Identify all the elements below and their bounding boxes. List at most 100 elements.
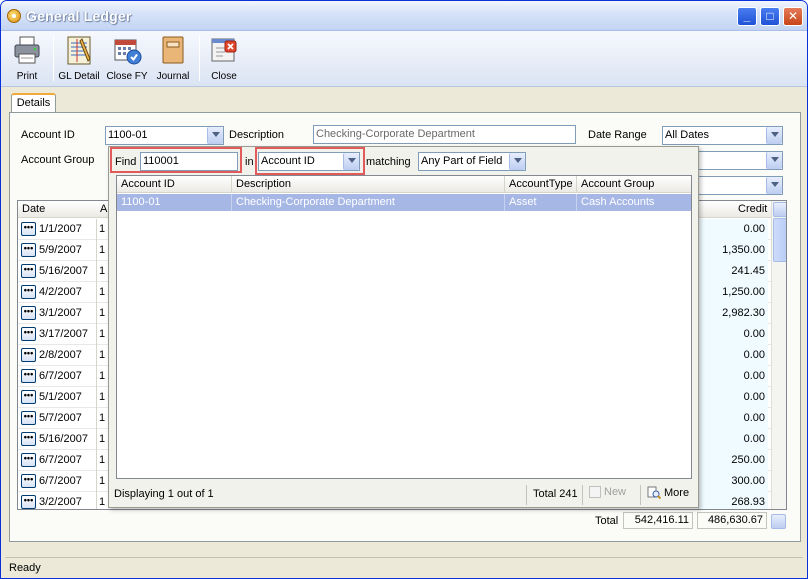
scroll-down-icon[interactable] bbox=[771, 514, 786, 529]
matching-label: matching bbox=[366, 156, 411, 168]
tab-details[interactable]: Details bbox=[11, 93, 56, 113]
matching-combo[interactable]: Any Part of Field bbox=[418, 152, 526, 171]
minimize-button[interactable]: _ bbox=[737, 7, 757, 26]
credit-total: 486,630.67 bbox=[697, 512, 767, 529]
close-form-icon bbox=[211, 38, 237, 62]
account-id-value: 1100-01 bbox=[108, 129, 148, 141]
scroll-thumb[interactable] bbox=[773, 218, 786, 262]
account-id-column-header[interactable]: Account ID bbox=[117, 176, 232, 193]
new-label: New bbox=[604, 486, 627, 498]
row-credit: 300.00 bbox=[698, 471, 768, 492]
maximize-button[interactable]: □ bbox=[760, 7, 780, 26]
toolbar: Print GL Detail Close FY Journal Close bbox=[1, 31, 807, 87]
row-details-button[interactable]: ••• bbox=[21, 432, 36, 446]
gl-detail-label: GL Detail bbox=[58, 71, 100, 82]
row-details-button[interactable]: ••• bbox=[21, 285, 36, 299]
total-count: Total 241 bbox=[533, 488, 578, 500]
row-date: 5/16/2007 bbox=[39, 433, 88, 445]
date-column-header[interactable]: Date bbox=[22, 203, 45, 215]
account-group-column-header[interactable]: Account Group bbox=[577, 176, 691, 193]
row-details-button[interactable]: ••• bbox=[21, 222, 36, 236]
close-fy-button[interactable]: Close FY bbox=[105, 33, 149, 85]
calendar-icon bbox=[114, 39, 142, 65]
row-details-button[interactable]: ••• bbox=[21, 495, 36, 509]
row-details-button[interactable]: ••• bbox=[21, 369, 36, 383]
chevron-down-icon[interactable] bbox=[509, 153, 525, 170]
date-range-value: All Dates bbox=[665, 129, 710, 141]
row-date: 6/7/2007 bbox=[39, 370, 82, 382]
grid-vertical-scrollbar[interactable] bbox=[771, 201, 786, 509]
row-date: 5/7/2007 bbox=[39, 412, 82, 424]
row-date: 3/2/2007 bbox=[39, 496, 82, 508]
toolbar-separator bbox=[199, 35, 200, 81]
print-button[interactable]: Print bbox=[7, 33, 47, 85]
row-account-type: Asset bbox=[505, 194, 577, 211]
account-type-column-header[interactable]: AccountType bbox=[505, 176, 577, 193]
row-credit: 0.00 bbox=[698, 429, 768, 450]
title-bar[interactable]: General Ledger _ □ ✕ bbox=[1, 1, 807, 31]
new-button[interactable]: New bbox=[589, 486, 627, 499]
footer-separator bbox=[526, 485, 527, 505]
gl-detail-button[interactable]: GL Detail bbox=[57, 33, 101, 85]
description-column-header[interactable]: Description bbox=[232, 176, 505, 193]
journal-icon bbox=[162, 36, 184, 64]
date-range-label: Date Range bbox=[588, 129, 647, 141]
close-fy-label: Close FY bbox=[106, 71, 148, 82]
description-field[interactable]: Checking-Corporate Department bbox=[313, 125, 576, 144]
row-details-button[interactable]: ••• bbox=[21, 348, 36, 362]
journal-label: Journal bbox=[156, 71, 190, 82]
table-row[interactable]: 1100-01 Checking-Corporate Department As… bbox=[117, 194, 691, 211]
row-credit: 0.00 bbox=[698, 387, 768, 408]
displaying-count: Displaying 1 out of 1 bbox=[114, 488, 214, 500]
row-description: Checking-Corporate Department bbox=[232, 194, 505, 211]
more-button[interactable]: More bbox=[647, 486, 689, 500]
row-credit: 0.00 bbox=[698, 408, 768, 429]
close-button[interactable]: Close bbox=[204, 33, 244, 85]
account-column-header[interactable]: A bbox=[100, 203, 107, 215]
row-account-group: Cash Accounts bbox=[581, 196, 655, 208]
row-credit: 2,982.30 bbox=[698, 303, 768, 324]
debit-total: 542,416.11 bbox=[623, 512, 693, 529]
in-label: in bbox=[245, 156, 254, 168]
row-date: 4/2/2007 bbox=[39, 286, 82, 298]
close-icon: ✕ bbox=[787, 9, 799, 23]
new-record-icon bbox=[589, 486, 601, 499]
minimize-icon: _ bbox=[743, 9, 751, 23]
totals-row: Total 542,416.11 486,630.67 bbox=[17, 511, 787, 531]
row-details-button[interactable]: ••• bbox=[21, 390, 36, 404]
date-range-combo[interactable]: All Dates bbox=[662, 126, 783, 145]
row-details-button[interactable]: ••• bbox=[21, 306, 36, 320]
row-date: 3/17/2007 bbox=[39, 328, 88, 340]
print-label: Print bbox=[16, 71, 38, 82]
row-date: 5/16/2007 bbox=[39, 265, 88, 277]
chevron-down-icon[interactable] bbox=[766, 152, 782, 169]
lookup-grid-header: Account ID Description AccountType Accou… bbox=[117, 176, 691, 193]
description-label: Description bbox=[229, 129, 285, 141]
total-label: Total bbox=[595, 515, 619, 527]
row-credit: 1,250.00 bbox=[698, 282, 768, 303]
row-details-button[interactable]: ••• bbox=[21, 264, 36, 278]
row-details-button[interactable]: ••• bbox=[21, 474, 36, 488]
close-label: Close bbox=[211, 71, 237, 82]
row-details-button[interactable]: ••• bbox=[21, 411, 36, 425]
chevron-down-icon[interactable] bbox=[766, 177, 782, 194]
in-highlight bbox=[255, 147, 365, 175]
chevron-down-icon[interactable] bbox=[207, 127, 223, 144]
chevron-down-icon[interactable] bbox=[766, 127, 782, 144]
row-details-button[interactable]: ••• bbox=[21, 327, 36, 341]
scroll-up-icon[interactable] bbox=[773, 202, 786, 217]
account-id-combo[interactable]: 1100-01 bbox=[105, 126, 224, 145]
row-date: 2/8/2007 bbox=[39, 349, 82, 361]
credit-column-header[interactable]: Credit bbox=[738, 203, 767, 215]
row-credit: 0.00 bbox=[698, 366, 768, 387]
row-details-button[interactable]: ••• bbox=[21, 453, 36, 467]
journal-button[interactable]: Journal bbox=[153, 33, 193, 85]
window-title: General Ledger bbox=[26, 8, 132, 24]
row-date: 5/9/2007 bbox=[39, 244, 82, 256]
row-details-button[interactable]: ••• bbox=[21, 243, 36, 257]
account-lookup-popup: Find 110001 in Account ID matching Any P… bbox=[108, 146, 699, 508]
close-window-button[interactable]: ✕ bbox=[783, 7, 803, 26]
account-id-label: Account ID bbox=[21, 129, 75, 141]
matching-value: Any Part of Field bbox=[421, 155, 503, 167]
ledger-icon bbox=[67, 36, 91, 65]
